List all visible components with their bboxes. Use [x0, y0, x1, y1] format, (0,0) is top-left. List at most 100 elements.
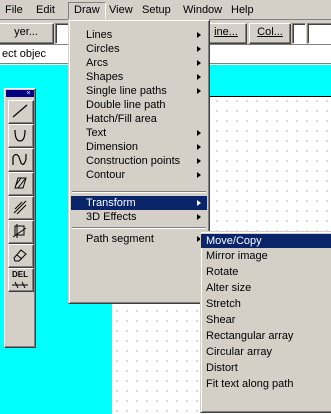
- menu-setup[interactable]: Setup: [137, 2, 176, 18]
- menu-item-label: Distort: [206, 362, 238, 374]
- delete-tool-button[interactable]: DEL: [8, 268, 34, 292]
- submenu-arrow-icon: [197, 172, 201, 178]
- menu-edit[interactable]: Edit: [31, 2, 60, 18]
- eraser-icon: [13, 249, 27, 262]
- menu-item-contour[interactable]: Contour: [71, 168, 207, 182]
- menu-bar: File Edit Draw View Setup Window Help: [0, 0, 331, 20]
- submenu-arrow-icon: [197, 74, 201, 80]
- menu-item-label: Shapes: [86, 71, 124, 83]
- transform-icon: [12, 224, 27, 238]
- menu-item-label: Rotate: [206, 266, 239, 278]
- submenu-arrow-icon: [197, 214, 201, 220]
- palette-titlebar[interactable]: ×: [6, 90, 34, 97]
- arc-tool-button[interactable]: [8, 124, 34, 148]
- menu-item-3d-effects[interactable]: 3D Effects: [71, 210, 207, 224]
- transform-submenu: Move/Copy Mirror image Rotate Alter size…: [200, 231, 331, 413]
- palette-close-icon[interactable]: ×: [25, 90, 32, 97]
- submenu-arrow-icon: [197, 144, 201, 150]
- menu-view[interactable]: View: [104, 2, 138, 18]
- menu-item-label: Circles: [86, 43, 120, 55]
- menu-item-circular-array[interactable]: Circular array: [201, 344, 331, 360]
- curve-icon: [12, 153, 27, 165]
- menu-item-label: Path segment: [86, 233, 154, 245]
- dimension-icon: [13, 200, 27, 215]
- menu-item-alter-size[interactable]: Alter size: [201, 280, 331, 296]
- menu-separator: [72, 191, 206, 193]
- color-swatch-1[interactable]: [292, 23, 306, 44]
- menu-item-label: Lines: [86, 29, 113, 41]
- transform-tool-button[interactable]: [8, 220, 34, 244]
- color-swatch-2[interactable]: [307, 23, 331, 44]
- menu-item-distort[interactable]: Distort: [201, 360, 331, 376]
- menu-item-rotate[interactable]: Rotate: [201, 264, 331, 280]
- menu-item-label: Hatch/Fill area: [86, 113, 157, 125]
- submenu-arrow-icon: [197, 46, 201, 52]
- menu-item-label: Single line paths: [86, 85, 167, 97]
- menu-item-stretch[interactable]: Stretch: [201, 296, 331, 312]
- menu-item-shapes[interactable]: Shapes: [71, 70, 207, 84]
- menu-item-text[interactable]: Text: [71, 126, 207, 140]
- line-button-label: ine...: [214, 26, 238, 38]
- menu-item-dimension[interactable]: Dimension: [71, 140, 207, 154]
- menu-item-label: Rectangular array: [206, 330, 294, 342]
- menu-item-hatch-fill-area[interactable]: Hatch/Fill area: [71, 112, 207, 126]
- menu-item-rectangular-array[interactable]: Rectangular array: [201, 328, 331, 344]
- menu-item-label: Shear: [206, 314, 236, 326]
- dimension-tool-button[interactable]: [8, 196, 34, 220]
- menu-item-move-copy[interactable]: Move/Copy: [201, 234, 331, 248]
- delete-label: DEL: [12, 270, 28, 279]
- menu-item-single-line-paths[interactable]: Single line paths: [71, 84, 207, 98]
- submenu-arrow-icon: [197, 130, 201, 136]
- menu-window[interactable]: Window: [178, 2, 227, 18]
- menu-item-label: Dimension: [86, 141, 138, 153]
- draw-menu: Lines Circles Arcs Shapes Single line pa…: [68, 19, 210, 304]
- menu-item-path-segment[interactable]: Path segment: [71, 232, 207, 246]
- submenu-arrow-icon: [197, 158, 201, 164]
- menu-item-double-line-path[interactable]: Double line path: [71, 98, 207, 112]
- menu-item-label: Circular array: [206, 346, 273, 358]
- menu-item-label: Transform: [86, 197, 136, 209]
- menu-item-label: Double line path: [86, 99, 166, 111]
- layer-button-label: yer...: [14, 26, 38, 38]
- line-tool-button[interactable]: [8, 100, 34, 124]
- submenu-arrow-icon: [197, 32, 201, 38]
- menu-item-circles[interactable]: Circles: [71, 42, 207, 56]
- delete-icon: [12, 281, 28, 289]
- menu-draw[interactable]: Draw: [68, 2, 106, 20]
- hatch-tool-button[interactable]: [8, 172, 34, 196]
- menu-item-label: Alter size: [206, 282, 252, 294]
- menu-item-transform[interactable]: Transform: [71, 196, 207, 210]
- submenu-arrow-icon: [197, 88, 201, 94]
- menu-item-label: 3D Effects: [86, 211, 137, 223]
- menu-item-label: Construction points: [86, 155, 181, 167]
- prompt-text: ect objec: [2, 48, 47, 60]
- color-button-label: Col...: [257, 26, 283, 38]
- tool-palette: × DEL: [4, 88, 36, 348]
- menu-item-label: Contour: [86, 169, 126, 181]
- submenu-arrow-icon: [197, 200, 201, 206]
- menu-item-label: Move/Copy: [206, 235, 262, 247]
- menu-help[interactable]: Help: [226, 2, 259, 18]
- menu-item-shear[interactable]: Shear: [201, 312, 331, 328]
- menu-item-arcs[interactable]: Arcs: [71, 56, 207, 70]
- menu-item-lines[interactable]: Lines: [71, 28, 207, 42]
- menu-item-label: Stretch: [206, 298, 241, 310]
- hatch-icon: [14, 177, 27, 189]
- curve-tool-button[interactable]: [8, 148, 34, 172]
- menu-item-fit-text-along-path[interactable]: Fit text along path: [201, 376, 331, 392]
- line-button[interactable]: ine...: [205, 23, 247, 44]
- menu-file[interactable]: File: [0, 2, 28, 18]
- menu-item-construction-points[interactable]: Construction points: [71, 154, 207, 168]
- submenu-arrow-icon: [197, 60, 201, 66]
- layer-button[interactable]: yer...: [0, 23, 54, 44]
- menu-item-label: Fit text along path: [206, 378, 294, 390]
- menu-item-label: Arcs: [86, 57, 108, 69]
- menu-separator: [72, 227, 206, 229]
- menu-item-label: Mirror image: [206, 250, 268, 262]
- eraser-tool-button[interactable]: [8, 244, 34, 268]
- menu-item-mirror-image[interactable]: Mirror image: [201, 248, 331, 264]
- line-icon: [12, 104, 28, 118]
- arc-icon: [14, 129, 26, 142]
- menu-item-label: Text: [86, 127, 107, 139]
- color-button[interactable]: Col...: [249, 23, 291, 44]
